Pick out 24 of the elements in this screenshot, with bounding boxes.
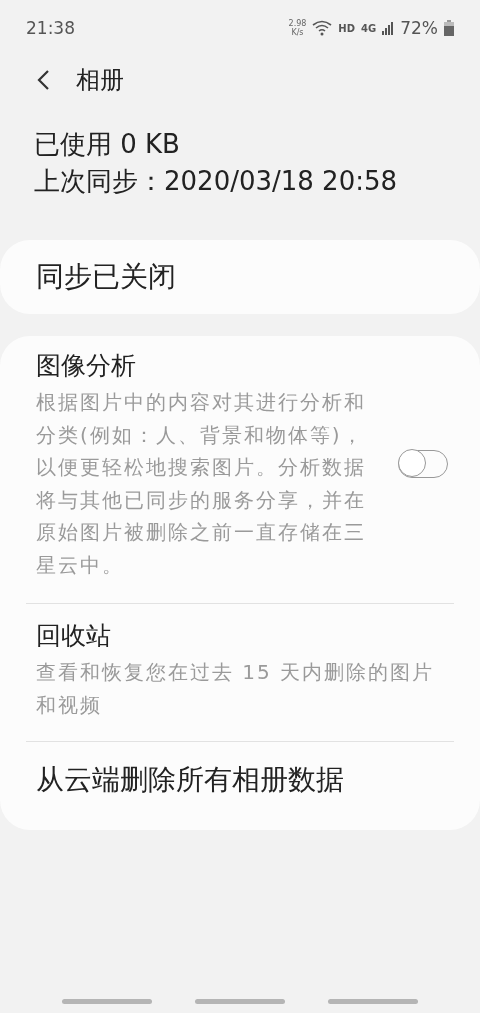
setting-description: 根据图片中的内容对其进行分析和分类(例如：人、背景和物体等)，以便更轻松地搜索图片。分析数据将与其他已同步的服务分享，并在原始图片被删除之前一直存储在三星云中。	[36, 389, 367, 579]
sync-info: 上次同步：2020/03/18 20:58	[34, 165, 399, 198]
nav-handle[interactable]	[61, 999, 152, 1004]
status-time: 21:38	[26, 18, 76, 38]
sync-status[interactable]: 同步已关闭	[0, 240, 480, 314]
wifi-icon	[312, 20, 333, 36]
nav-handle[interactable]	[328, 999, 419, 1004]
setting-row[interactable]: 回收站 查看和恢复您在过去 15 天内删除的图片和视频	[26, 603, 454, 741]
setting-title: 从云端删除所有相册数据	[36, 762, 345, 798]
hd-label: HD	[338, 22, 356, 34]
setting-title: 图像分析	[36, 350, 137, 382]
setting-description: 查看和恢复您在过去 15 天内删除的图片和视频	[36, 659, 436, 719]
network-type: 4G	[361, 22, 377, 34]
page-title: 相册	[76, 65, 124, 96]
setting-title: 回收站	[36, 620, 112, 652]
setting-row[interactable]: 图像分析 根据图片中的内容对其进行分析和分类(例如：人、背景和物体等)，以便更轻松地搜索图片。分析数据将与其他已同步的服务分享，并在原始图片被删除之前一直存储在三星云中。	[26, 336, 454, 603]
battery-percent: 72%	[400, 18, 438, 38]
back-icon	[36, 69, 50, 91]
setting-row[interactable]: 从云端删除所有相册数据	[26, 741, 454, 830]
network-speed: 2.98 K/s	[288, 19, 307, 37]
nav-handle[interactable]	[195, 999, 285, 1004]
sync-info: 已使用 0 KB	[34, 128, 181, 161]
signal-icon	[382, 21, 395, 35]
battery-icon	[444, 20, 454, 36]
